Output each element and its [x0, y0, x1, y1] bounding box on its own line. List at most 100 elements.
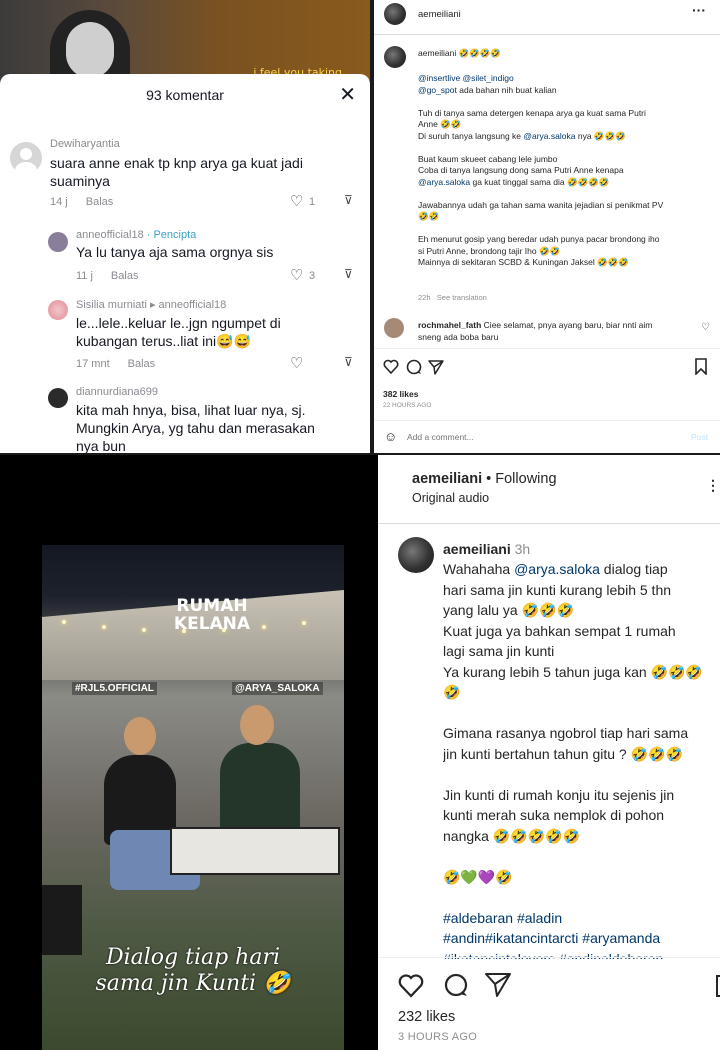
- video-person: [50, 10, 130, 80]
- add-comment-input[interactable]: [407, 429, 647, 445]
- reply-button[interactable]: Balas: [111, 270, 139, 282]
- bookmark-icon[interactable]: [694, 358, 708, 375]
- post-time: 22 HOURS AGO: [383, 402, 432, 409]
- caption-line: Di suruh tanya langsung ke @arya.saloka …: [418, 130, 626, 141]
- caption-meta: 22h See translation: [418, 292, 708, 304]
- string-light: [102, 625, 106, 629]
- dislike-icon[interactable]: ⊽: [344, 355, 353, 369]
- video-frame[interactable]: RUMAH KELANA #RJL5.OFFICIAL @ARYA_SALOKA …: [42, 545, 344, 1050]
- hashtag-line[interactable]: #aldebaran #aladin: [443, 908, 715, 929]
- caption-line: Tuh di tanya sama detergen kenapa arya g…: [418, 107, 646, 118]
- comment-username[interactable]: Sisilia murniati ▸ anneofficial18: [76, 298, 226, 311]
- video-caption: Dialog tiap hari sama jin Kunti 🤣: [95, 945, 291, 996]
- comment-reply-item: anneofficial18 · Pencipta Ya lu tanya aj…: [0, 226, 370, 286]
- post-button[interactable]: Post: [691, 432, 708, 442]
- caption-username[interactable]: aemeiliani: [443, 541, 511, 557]
- emoji-icon[interactable]: ☺: [384, 429, 397, 444]
- comment-sheet: 93 komentar ✕ Dewiharyantia suara anne e…: [0, 74, 370, 455]
- video-panel[interactable]: RUMAH KELANA #RJL5.OFFICIAL @ARYA_SALOKA …: [0, 455, 378, 1050]
- heart-icon[interactable]: ♡: [290, 192, 303, 210]
- dislike-icon[interactable]: ⊽: [344, 193, 353, 207]
- comment-heart-icon[interactable]: ♡: [701, 322, 710, 333]
- divider: [378, 523, 720, 524]
- caption-line: 🤣💚💜🤣: [443, 868, 513, 885]
- caption-line: Coba di tanya langsung dong sama Putri A…: [418, 165, 624, 175]
- hashtag-line[interactable]: #andin#ikatancintarcti #aryamanda: [443, 928, 715, 949]
- caption-line: @insertlive @silet_indigo: [418, 73, 514, 83]
- caption-body: @insertlive @silet_indigo @go_spot ada ba…: [418, 73, 708, 269]
- caption-avatar[interactable]: [384, 46, 406, 68]
- comment-username[interactable]: rochmahel_fath: [418, 320, 481, 330]
- instagram-post-top: aemeiliani ··· aemeiliani 🤣🤣🤣🤣 @insertli…: [374, 0, 720, 455]
- creator-badge: · Pencipta: [146, 229, 197, 241]
- avatar[interactable]: [48, 300, 68, 320]
- comment-count-title: 93 komentar: [146, 87, 224, 103]
- avatar[interactable]: [48, 232, 68, 252]
- dislike-icon[interactable]: ⊽: [344, 267, 353, 281]
- handle-right: @ARYA_SALOKA: [232, 682, 323, 695]
- caption-line: [418, 223, 708, 235]
- caption-avatar[interactable]: [398, 537, 434, 573]
- post-time: 3 HOURS AGO: [398, 1031, 478, 1043]
- caption-line: [443, 846, 715, 867]
- like-count[interactable]: 232 likes: [398, 1009, 455, 1025]
- heart-icon: [383, 359, 399, 375]
- avatar[interactable]: [10, 142, 42, 174]
- reply-button[interactable]: Balas: [128, 358, 156, 370]
- caption-line: [443, 764, 715, 785]
- comment: rochmahel_fath Ciee selamat, pnya ayang …: [418, 320, 653, 342]
- avatar[interactable]: [384, 318, 404, 338]
- caption-username[interactable]: aemeiliani: [418, 48, 456, 58]
- avatar[interactable]: [384, 3, 406, 25]
- close-icon[interactable]: ✕: [339, 82, 356, 107]
- caption-line: [418, 96, 708, 108]
- post-header: aemeiliani • Following: [412, 471, 557, 487]
- tiktok-comments-panel: i feel you taking 93 komentar ✕ Dewihary…: [0, 0, 370, 455]
- comment-icon: [444, 973, 468, 997]
- caption-author: aemeiliani 🤣🤣🤣🤣: [418, 48, 501, 58]
- comment-time: 11 j: [76, 270, 93, 282]
- following-label[interactable]: • Following: [486, 471, 556, 487]
- comment-username[interactable]: diannurdiana699: [76, 386, 158, 398]
- divider: [0, 453, 720, 455]
- caption-line: Jawabannya udah ga tahan sama wanita jej…: [418, 199, 664, 210]
- see-translation-link[interactable]: See translation: [437, 293, 487, 302]
- share-icon: [485, 973, 511, 997]
- person-right-head: [240, 705, 274, 745]
- table: [170, 827, 340, 875]
- comment-meta: 11 j Balas: [76, 270, 156, 282]
- caption-line: Anne 🤣🤣: [418, 119, 462, 129]
- handle-left: #RJL5.OFFICIAL: [72, 682, 157, 695]
- heart-icon[interactable]: ♡: [290, 266, 303, 284]
- comment-time: 14 j: [50, 196, 68, 208]
- more-options-icon[interactable]: ···: [692, 2, 706, 18]
- comment-reply-item: Sisilia murniati ▸ anneofficial18 le...l…: [0, 296, 370, 376]
- post-username[interactable]: aemeiliani: [412, 471, 482, 487]
- caption-line: 🤣🤣: [418, 211, 440, 221]
- comment-reply-item: diannurdiana699 kita mah hnya, bisa, lih…: [0, 384, 370, 455]
- post-username[interactable]: aemeiliani: [418, 9, 461, 20]
- caption-line: Mainnya di sekitaran SCBD & Kuningan Jak…: [418, 257, 629, 267]
- caption-line: Buat kaum skueet cabang lele jumbo: [418, 153, 558, 164]
- caption-line: Gimana rasanya ngobrol tiap hari sama: [443, 725, 689, 741]
- bookmark-icon[interactable]: [716, 975, 720, 997]
- caption-head: aemeiliani 3h: [443, 539, 715, 560]
- action-bar: [398, 970, 518, 1005]
- comment-text: le...lele..keluar le..jgn ngumpet di kuba…: [76, 315, 281, 349]
- like-count[interactable]: 382 likes: [383, 389, 418, 399]
- comment-username[interactable]: Dewiharyantia: [50, 138, 120, 150]
- divider: [378, 957, 720, 958]
- caption-line: Kuat juga ya bahkan sempat 1 rumah: [443, 622, 676, 639]
- divider: [374, 348, 720, 349]
- original-audio[interactable]: Original audio: [412, 491, 489, 505]
- instagram-post-bottom: aemeiliani • Following Original audio ⋮ …: [378, 455, 720, 1050]
- divider: [374, 420, 720, 421]
- more-options-icon[interactable]: ⋮: [706, 477, 720, 494]
- reply-button[interactable]: Balas: [86, 196, 114, 208]
- heart-icon[interactable]: ♡: [290, 354, 303, 372]
- avatar[interactable]: [48, 388, 68, 408]
- caption-time: 22h: [418, 293, 431, 302]
- like-count: 1: [309, 196, 316, 208]
- comment-username[interactable]: anneofficial18 · Pencipta: [76, 229, 196, 241]
- string-light: [62, 620, 66, 624]
